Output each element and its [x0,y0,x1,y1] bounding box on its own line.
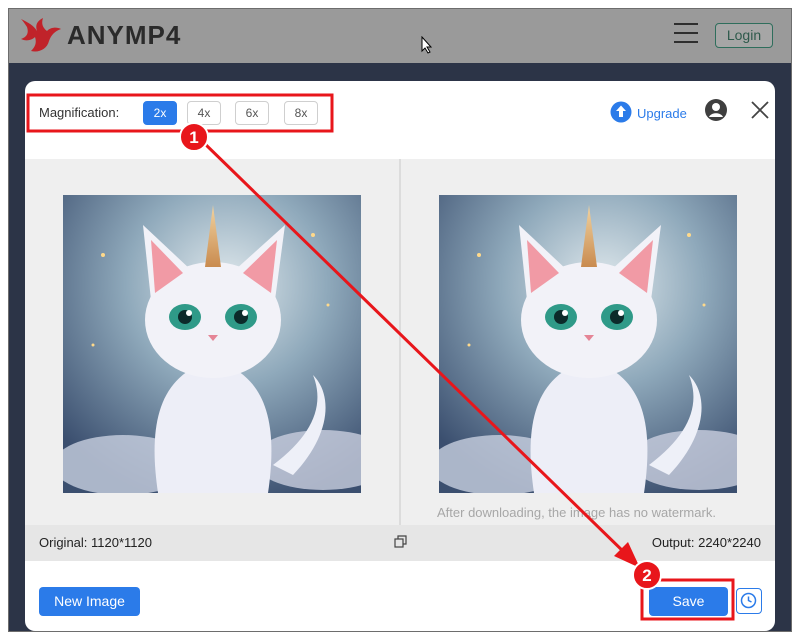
magnification-4x-button[interactable]: 4x [187,101,221,125]
anymp4-logo-icon [21,18,61,52]
original-image-panel [25,159,399,525]
original-image [63,195,361,493]
browser-viewport: ANYMP4 Login Magnification: 2x 4x 6x 8x … [8,8,792,632]
brand-name[interactable]: ANYMP4 [67,20,181,51]
history-clock-icon [740,592,757,609]
site-header: ANYMP4 Login [9,9,791,63]
history-button[interactable] [736,588,762,614]
user-icon[interactable] [704,98,728,122]
resolution-info-bar: Original: 1120*1120 Output: 2240*2240 [25,525,775,561]
close-icon[interactable] [750,100,770,120]
output-image [439,195,737,493]
watermark-note: After downloading, the image has no wate… [437,505,716,520]
upgrade-arrow-icon [610,101,632,123]
upscaler-modal: Magnification: 2x 4x 6x 8x Upgrade After… [25,81,775,631]
save-button[interactable]: Save [649,587,728,616]
magnification-6x-button[interactable]: 6x [235,101,269,125]
compare-icon[interactable] [394,535,408,549]
original-resolution: Original: 1120*1120 [39,535,152,550]
new-image-button[interactable]: New Image [39,587,140,616]
magnification-2x-button[interactable]: 2x [143,101,177,125]
magnification-label: Magnification: [39,105,120,120]
hamburger-menu-icon[interactable] [674,23,698,45]
magnification-8x-button[interactable]: 8x [284,101,318,125]
mouse-cursor-icon [421,35,433,54]
upgrade-label: Upgrade [637,106,687,121]
output-image-panel: After downloading, the image has no wate… [401,159,775,525]
output-resolution: Output: 2240*2240 [651,535,761,550]
login-button[interactable]: Login [715,23,773,48]
